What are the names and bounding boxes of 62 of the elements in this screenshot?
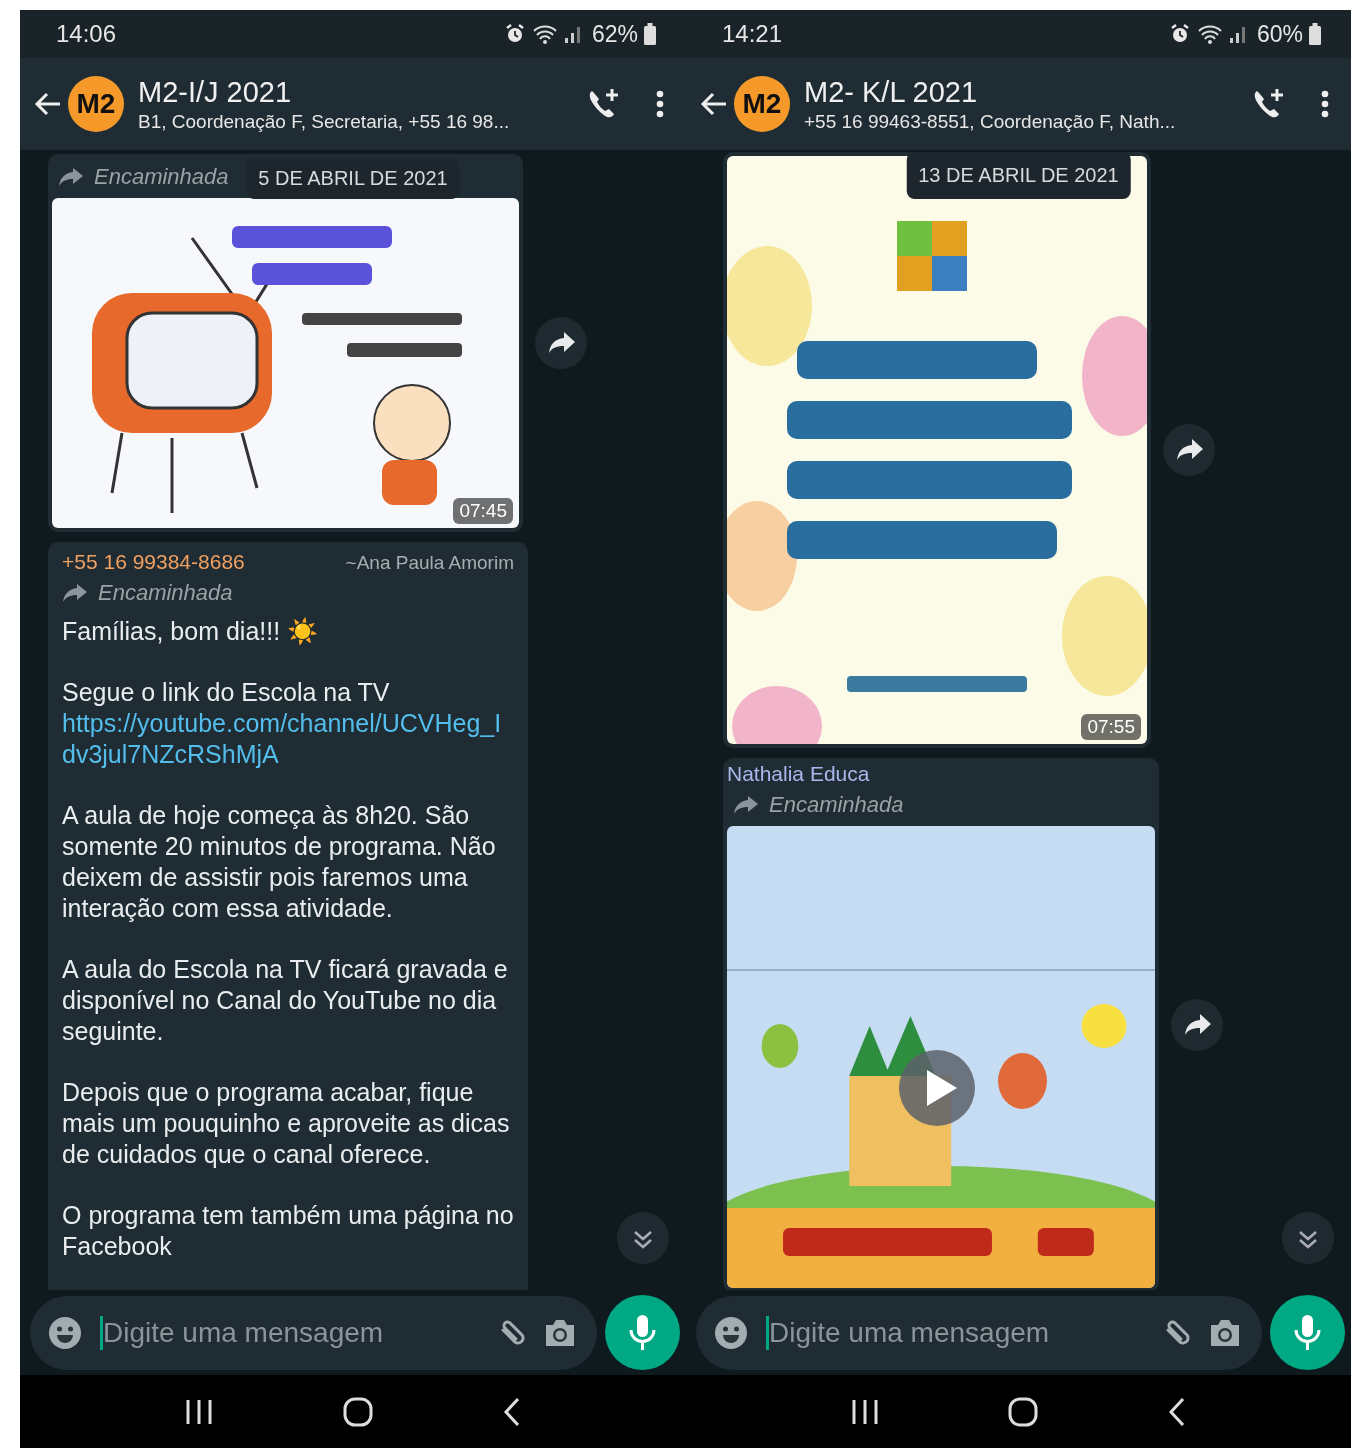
message-text: O programa tem também uma página no Facebook <box>62 1200 514 1262</box>
date-chip: 13 DE ABRIL DE 2021 <box>906 152 1131 199</box>
recent-apps-icon[interactable] <box>850 1398 879 1425</box>
emoji-icon[interactable] <box>48 1315 82 1350</box>
sender-name[interactable]: +55 16 99384-8686 <box>62 550 245 574</box>
camera-icon[interactable] <box>1208 1317 1242 1348</box>
group-title[interactable]: M2-I/J 2021 <box>138 75 550 109</box>
message-text: Famílias, bom dia!!! ☀ <box>62 616 320 647</box>
text-cursor <box>766 1315 769 1350</box>
back-arrow-icon[interactable] <box>34 91 62 117</box>
message-time: 07:55 <box>1081 714 1141 740</box>
status-time: 14:21 <box>722 20 783 48</box>
forward-button[interactable] <box>1171 999 1223 1051</box>
forwarded-label: Encaminhada <box>98 580 233 606</box>
emoji-icon[interactable] <box>714 1315 748 1350</box>
battery-icon <box>644 23 656 45</box>
back-arrow-icon[interactable] <box>700 91 728 117</box>
microphone-button[interactable] <box>1270 1295 1345 1370</box>
back-icon[interactable] <box>503 1396 521 1427</box>
message-text: A aula de hoje começa às 8h20. São somente 20 minutos de programa. Não deixem de assistir pois faremos uma interação com essa atividade. <box>62 800 497 924</box>
wifi-icon <box>1196 23 1223 45</box>
group-members: +55 16 99463-8551, Coordenação F, Nath... <box>804 110 1177 133</box>
back-icon[interactable] <box>1168 1396 1187 1427</box>
message-composer-bar[interactable]: Digite uma mensagem <box>696 1295 1262 1370</box>
battery-icon <box>1309 23 1321 45</box>
forwarded-label: Encaminhada <box>94 164 229 190</box>
wifi-icon <box>531 23 558 45</box>
link[interactable]: https://youtube.com/channel/UCVHeg_Idv3jul7NZcRShMjA <box>62 708 514 770</box>
forwarded-arrow-icon <box>58 167 84 187</box>
microphone-button[interactable] <box>605 1295 680 1370</box>
camera-icon[interactable] <box>543 1317 577 1348</box>
message-text: A aula do Escola na TV ficará gravada e disponível no Canal do YouTube no dia seguinte. <box>62 954 509 1047</box>
text-cursor <box>100 1315 103 1350</box>
message-text: Depois que o programa acabar, fique mais um pouquinho e aproveite as dicas de cuidados que o canal oferece. <box>62 1077 511 1170</box>
signal-icon <box>563 24 582 44</box>
group-avatar[interactable]: M2 <box>734 76 790 132</box>
group-avatar[interactable]: M2 <box>68 76 124 132</box>
message-text: Segue o link do Escola na TV <box>62 677 391 708</box>
group-title[interactable]: M2- K/L 2021 <box>804 75 1215 109</box>
sender-name[interactable]: Nathalia Educa <box>727 762 870 786</box>
forwarded-label: Encaminhada <box>769 792 904 818</box>
battery-percent: 62% <box>591 20 638 48</box>
message-time: 07:45 <box>453 498 513 524</box>
signal-icon <box>1228 24 1247 44</box>
play-icon[interactable] <box>899 1050 975 1126</box>
battery-percent: 60% <box>1256 20 1303 48</box>
recent-apps-icon[interactable] <box>185 1398 213 1425</box>
more-options-icon[interactable] <box>1321 90 1329 118</box>
forwarded-arrow-icon <box>733 795 759 815</box>
scroll-down-button[interactable] <box>1282 1212 1334 1264</box>
home-icon[interactable] <box>1008 1396 1039 1427</box>
forwarded-arrow-icon <box>62 583 88 603</box>
scroll-down-button[interactable] <box>617 1212 669 1264</box>
date-chip: 5 DE ABRIL DE 2021 <box>246 158 460 199</box>
forward-button[interactable] <box>1163 424 1215 476</box>
sender-nickname: ~Ana Paula Amorim <box>345 552 514 574</box>
message-composer-bar[interactable]: Digite uma mensagem <box>30 1295 597 1370</box>
status-time: 14:06 <box>56 20 117 48</box>
group-members: B1, Coordenação F, Secretaria, +55 16 98... <box>138 110 511 133</box>
more-options-icon[interactable] <box>656 90 664 118</box>
home-icon[interactable] <box>343 1396 373 1427</box>
forward-button[interactable] <box>535 317 587 369</box>
